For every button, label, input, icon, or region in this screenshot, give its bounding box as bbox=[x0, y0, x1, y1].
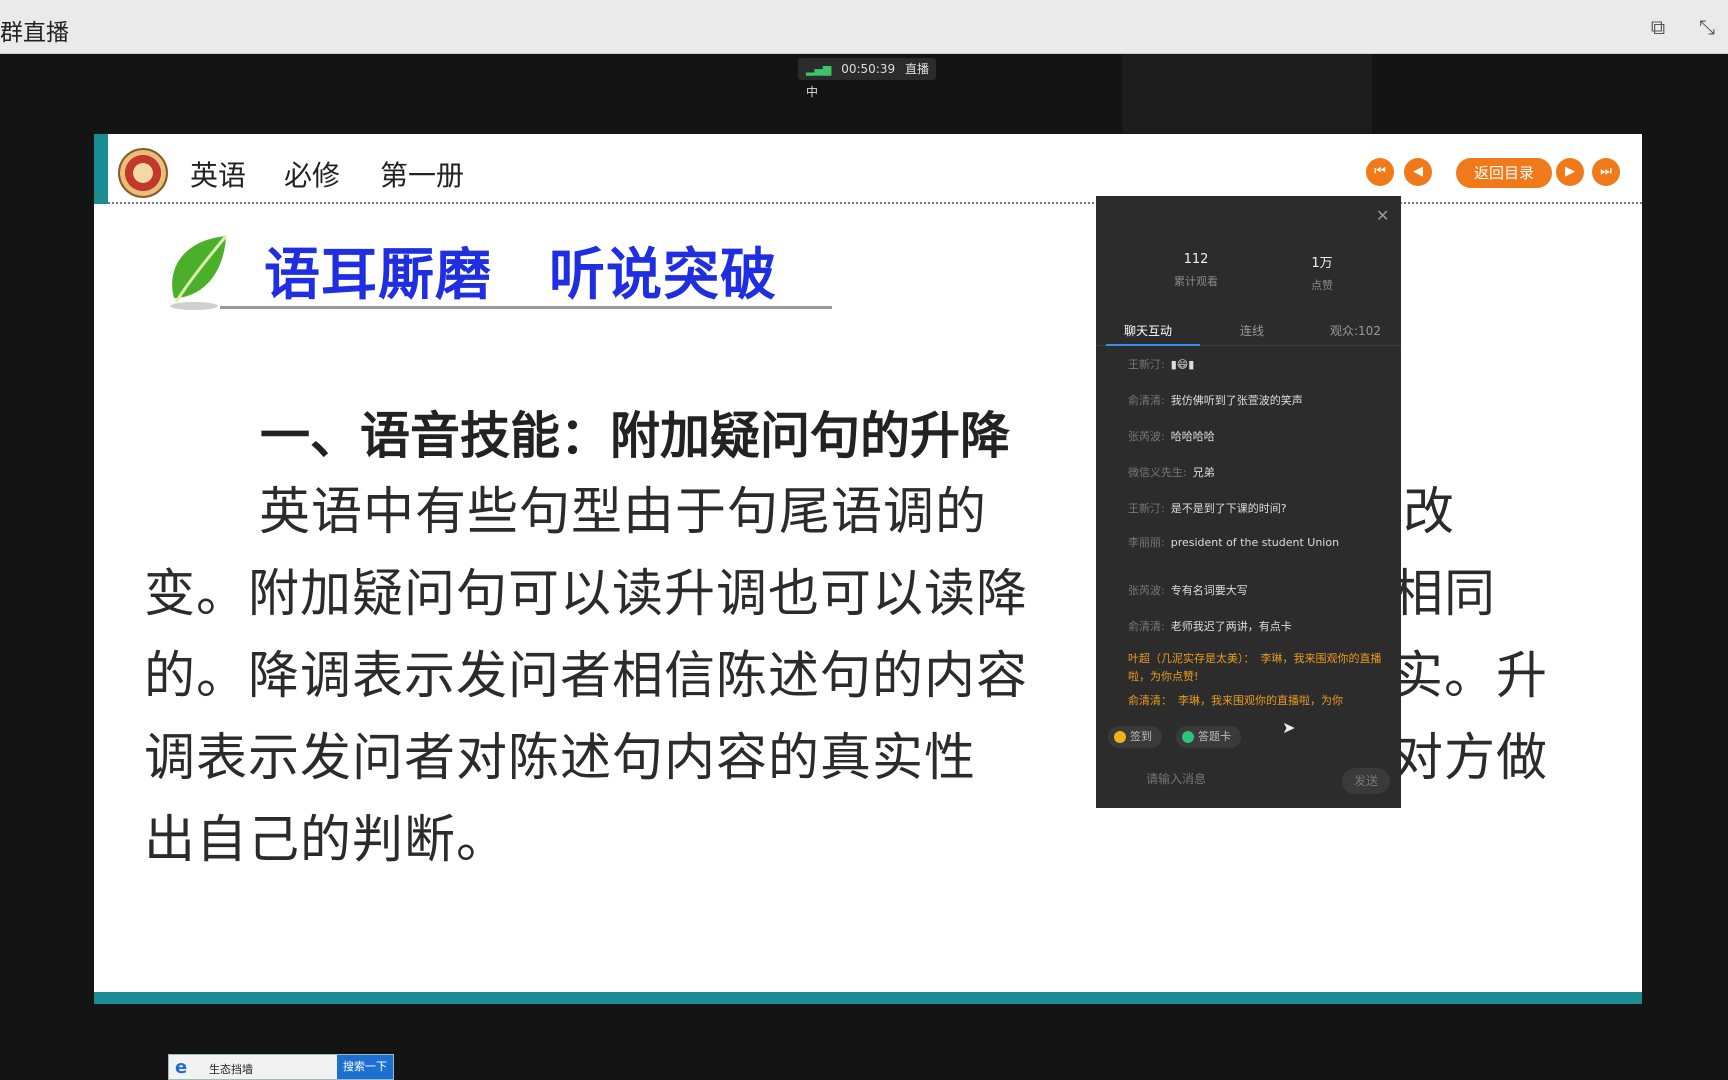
first-slide-icon[interactable]: ⏮ bbox=[1366, 158, 1394, 186]
tab-audience[interactable]: 观众:102 bbox=[1330, 322, 1381, 339]
breadcrumb-module: 必修 bbox=[284, 159, 341, 192]
tab-chat[interactable]: 聊天互动 bbox=[1124, 322, 1172, 339]
chat-message: 俞清清: 老师我迟了两讲，有点卡 bbox=[1128, 618, 1390, 636]
chat-message: 王新汀: 是不是到了下课的时间? bbox=[1128, 500, 1390, 518]
views-stat: 112 累计观看 bbox=[1156, 252, 1236, 289]
search-label: 生态挡墙 bbox=[209, 1063, 253, 1076]
send-button[interactable]: 发送 bbox=[1342, 768, 1390, 794]
likes-stat: 1万 点赞 bbox=[1282, 252, 1362, 293]
chat-message: 俞清清： 李琳，我来围观你的直播啦，为你 bbox=[1128, 692, 1390, 710]
message-user: 俞清清： bbox=[1128, 694, 1172, 707]
message-user: 俞清清: bbox=[1128, 620, 1165, 633]
chat-tabs: 聊天互动 连线 观众:102 bbox=[1096, 314, 1401, 346]
school-emblem-logo bbox=[118, 148, 168, 198]
chat-message: 张芮波: 专有名词要大写 bbox=[1128, 582, 1390, 600]
message-text: 哈哈哈哈 bbox=[1170, 430, 1215, 443]
search-button[interactable]: 搜索一下 bbox=[337, 1055, 393, 1079]
message-text: 老师我迟了两讲，有点卡 bbox=[1170, 620, 1292, 633]
title-underline bbox=[220, 306, 832, 309]
sign-in-button[interactable]: 签到 bbox=[1108, 726, 1162, 748]
taskbar-search[interactable]: e 生态挡墙 搜索一下 bbox=[168, 1054, 394, 1080]
signal-icon: ▂▄▆ bbox=[806, 63, 832, 76]
message-user: 叶超（几泥实存是太美）： bbox=[1128, 652, 1255, 665]
message-user: 李丽丽: bbox=[1128, 536, 1165, 549]
window-title: 群直播 bbox=[0, 20, 69, 46]
views-label: 累计观看 bbox=[1174, 275, 1218, 288]
likes-label: 点赞 bbox=[1311, 279, 1333, 292]
chat-message: 微信义先生: 兄弟 bbox=[1128, 464, 1390, 482]
back-to-toc-button[interactable]: 返回目录 bbox=[1456, 158, 1552, 188]
browser-e-icon: e bbox=[175, 1057, 188, 1078]
chat-message: 李丽丽: president of the student Union bbox=[1128, 534, 1390, 552]
fullscreen-icon[interactable]: ⤡ bbox=[1692, 12, 1722, 42]
chat-message: 王新汀: ▮😄▮ bbox=[1128, 356, 1390, 374]
slide-heading: 一、语音技能：附加疑问句的升降 bbox=[260, 407, 1010, 465]
message-user: 张芮波: bbox=[1128, 584, 1165, 597]
camera-preview-area bbox=[1122, 54, 1372, 134]
live-chat-panel: ✕ 112 累计观看 1万 点赞 聊天互动 连线 观众:102 王新汀: ▮😄▮ … bbox=[1096, 196, 1401, 808]
active-tab-indicator bbox=[1106, 344, 1200, 346]
message-text: 兄弟 bbox=[1192, 466, 1215, 479]
chat-input[interactable] bbox=[1108, 764, 1308, 794]
message-user: 微信义先生: bbox=[1128, 466, 1187, 479]
slide-accent-bar bbox=[94, 134, 108, 204]
message-text: ▮😄▮ bbox=[1170, 358, 1195, 371]
chat-message: 叶超（几泥实存是太美）： 李琳，我来围观你的直播啦，为你点赞! bbox=[1128, 650, 1390, 686]
message-user: 王新汀: bbox=[1128, 502, 1165, 515]
live-status-pill: ▂▄▆ 00:50:39 直播中 bbox=[798, 58, 936, 99]
message-text: president of the student Union bbox=[1170, 536, 1340, 549]
breadcrumb-subject: 英语 bbox=[190, 159, 247, 192]
message-text: 李琳，我来围观你的直播啦，为你 bbox=[1178, 694, 1343, 707]
next-slide-icon[interactable]: ▶ bbox=[1556, 158, 1584, 186]
mouse-cursor-icon: ➤ bbox=[1282, 718, 1296, 737]
popout-window-icon[interactable]: ⧉ bbox=[1643, 12, 1673, 42]
message-text: 专有名词要大写 bbox=[1170, 584, 1248, 597]
message-text: 我仿佛听到了张萱波的笑声 bbox=[1170, 394, 1303, 407]
last-slide-icon[interactable]: ⏭ bbox=[1592, 158, 1620, 186]
section-title: 语耳厮磨 听说突破 bbox=[264, 243, 777, 308]
slide-bottom-bar bbox=[94, 992, 1642, 1004]
chat-message: 俞清清: 我仿佛听到了张萱波的笑声 bbox=[1128, 392, 1390, 410]
live-timer: 00:50:39 bbox=[841, 62, 896, 76]
window-title-bar: 群直播 ⧉ ⤡ bbox=[0, 0, 1728, 54]
message-user: 张芮波: bbox=[1128, 430, 1165, 443]
views-count: 112 bbox=[1183, 252, 1209, 267]
previous-slide-icon[interactable]: ◀ bbox=[1404, 158, 1432, 186]
presentation-slide: 英语 必修 第一册 ⏮ ◀ 返回目录 ▶ ⏭ 语耳厮磨 听说突破 一、语音技能：… bbox=[94, 134, 1642, 1004]
breadcrumb-volume: 第一册 bbox=[380, 159, 465, 192]
message-text: 是不是到了下课的时间? bbox=[1170, 502, 1287, 515]
likes-count: 1万 bbox=[1311, 256, 1333, 271]
message-user: 俞清清: bbox=[1128, 394, 1165, 407]
answer-card-button[interactable]: 答题卡 bbox=[1176, 726, 1241, 748]
message-user: 王新汀: bbox=[1128, 358, 1165, 371]
chat-message: 张芮波: 哈哈哈哈 bbox=[1128, 428, 1390, 446]
leaf-icon bbox=[170, 235, 228, 310]
close-icon[interactable]: ✕ bbox=[1376, 206, 1389, 225]
tab-connect[interactable]: 连线 bbox=[1240, 322, 1264, 339]
